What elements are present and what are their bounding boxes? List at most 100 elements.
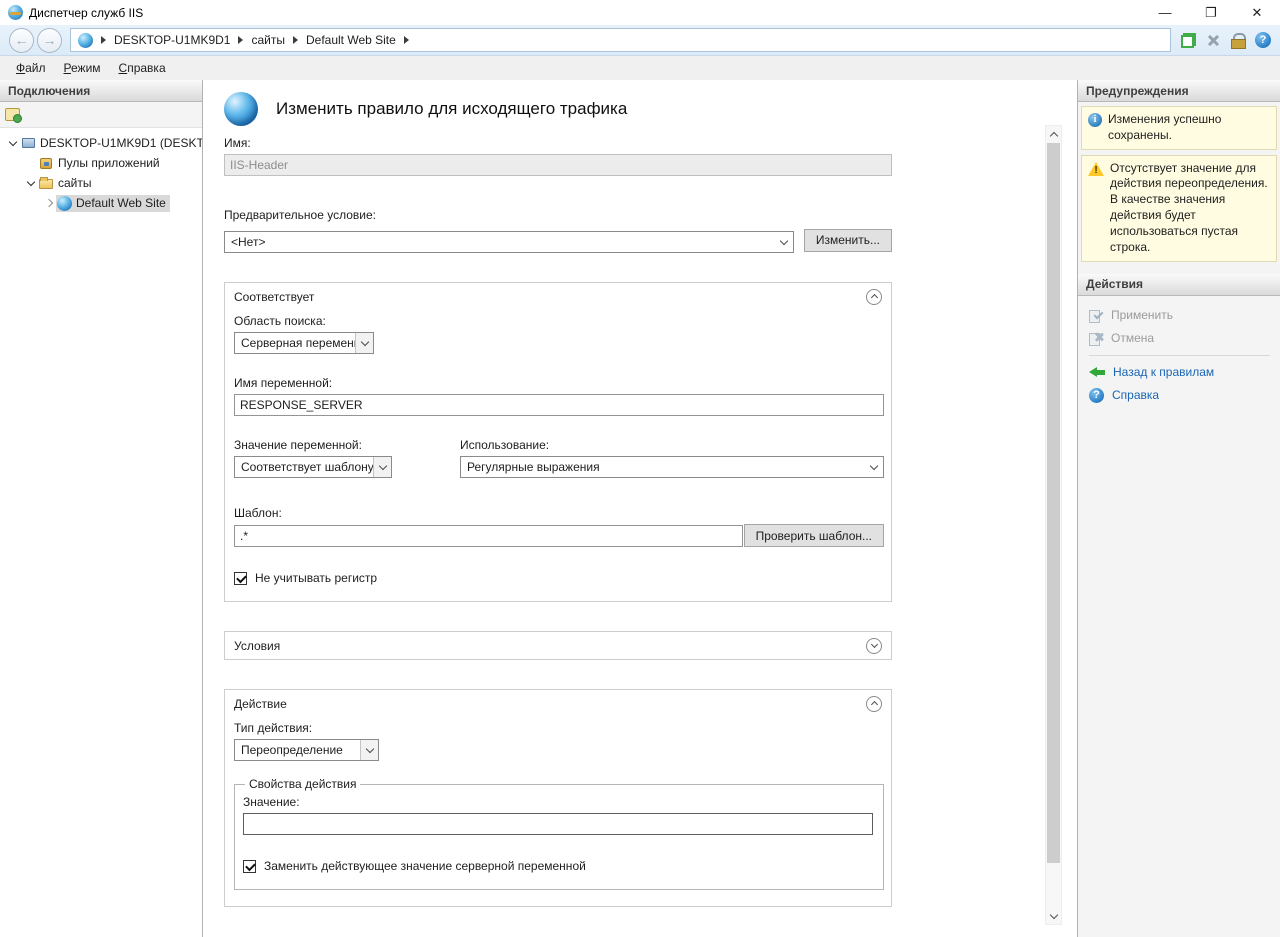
using-select[interactable]: Регулярные выражения <box>460 456 884 478</box>
help-icon <box>1089 388 1104 403</box>
scroll-up-icon[interactable] <box>1046 126 1061 142</box>
name-input[interactable] <box>224 154 892 176</box>
vertical-scrollbar[interactable] <box>1045 125 1062 925</box>
x-icon[interactable] <box>1207 34 1220 47</box>
conditions-section: Условия <box>224 631 892 660</box>
variable-value-label: Значение переменной: <box>234 438 460 452</box>
value-input[interactable] <box>243 813 873 835</box>
alerts-header: Предупреждения <box>1078 80 1280 102</box>
scope-value: Серверная переменн <box>241 333 355 353</box>
scrollbar-thumb[interactable] <box>1047 143 1060 863</box>
padlock-icon[interactable] <box>1231 33 1244 47</box>
ignore-case-checkbox[interactable] <box>234 572 247 585</box>
using-label: Использование: <box>460 438 884 452</box>
match-section-header: Соответствует <box>225 283 891 310</box>
warning-alert: Отсутствует значение для действия переоп… <box>1081 155 1277 262</box>
back-arrow-icon <box>1089 367 1105 378</box>
iis-app-icon <box>8 5 23 20</box>
collapse-up-icon[interactable] <box>866 289 882 305</box>
help-icon[interactable] <box>1255 32 1271 48</box>
connections-panel: Подключения DESKTOP-U1MK9D1 (DESKTOP Пул… <box>0 80 203 937</box>
back-to-rules-label: Назад к правилам <box>1113 365 1214 379</box>
edit-precondition-button[interactable]: Изменить... <box>804 229 892 252</box>
scope-select[interactable]: Серверная переменн <box>234 332 374 354</box>
warning-alert-text: Отсутствует значение для действия переоп… <box>1110 161 1270 256</box>
pattern-input[interactable] <box>234 525 743 547</box>
actions-separator <box>1089 355 1270 356</box>
breadcrumb-item-sites[interactable]: сайты <box>251 33 285 47</box>
page-header: Изменить правило для исходящего трафика <box>224 92 892 126</box>
breadcrumb[interactable]: DESKTOP-U1MK9D1 сайты Default Web Site <box>70 28 1171 52</box>
window-title: Диспетчер служб IIS <box>29 6 1142 20</box>
collapse-up-icon[interactable] <box>866 696 882 712</box>
pattern-label: Шаблон: <box>234 506 884 520</box>
tree-item-default-web-site-label: Default Web Site <box>76 196 166 210</box>
title-bar: Диспетчер служб IIS — ❐ ✕ <box>0 0 1280 25</box>
action-section: Действие Тип действия: Переопределение С… <box>224 689 892 907</box>
action-properties-title: Свойства действия <box>245 777 360 791</box>
close-button[interactable]: ✕ <box>1234 0 1280 25</box>
info-icon <box>1088 113 1102 127</box>
tree-item-sites[interactable]: сайты <box>0 173 202 193</box>
tree-item-app-pools[interactable]: Пулы приложений <box>0 153 202 173</box>
window-restore-icon[interactable] <box>1181 33 1196 48</box>
ignore-case-label: Не учитывать регистр <box>255 571 377 585</box>
scope-label: Область поиска: <box>234 314 884 328</box>
back-button[interactable]: ← <box>9 28 34 53</box>
tree-item-server[interactable]: DESKTOP-U1MK9D1 (DESKTOP <box>0 133 202 153</box>
chevron-right-icon[interactable] <box>42 200 56 206</box>
help-link[interactable]: Справка <box>1089 384 1274 407</box>
collapse-down-icon[interactable] <box>866 638 882 654</box>
breadcrumb-item-server[interactable]: DESKTOP-U1MK9D1 <box>114 33 230 47</box>
tree-item-server-label: DESKTOP-U1MK9D1 (DESKTOP <box>40 136 202 150</box>
apply-label: Применить <box>1111 308 1173 322</box>
server-icon <box>20 138 36 148</box>
menu-file[interactable]: Файл <box>7 58 55 78</box>
connections-tree: DESKTOP-U1MK9D1 (DESKTOP Пулы приложений… <box>0 128 202 937</box>
scroll-down-icon[interactable] <box>1046 908 1061 924</box>
minimize-button[interactable]: — <box>1142 0 1188 25</box>
precondition-value: <Нет> <box>231 232 775 252</box>
create-connection-icon[interactable] <box>5 108 20 121</box>
cancel-icon <box>1089 331 1103 345</box>
chevron-down-icon <box>360 740 378 760</box>
chevron-down-icon <box>775 232 793 252</box>
info-alert: Изменения успешно сохранены. <box>1081 106 1277 150</box>
action-section-header: Действие <box>225 690 891 717</box>
actions-header: Действия <box>1078 274 1280 296</box>
apply-button[interactable]: Применить <box>1089 304 1274 327</box>
site-globe-icon <box>78 33 93 48</box>
variable-value-select[interactable]: Соответствует шаблону <box>234 456 392 478</box>
cancel-button[interactable]: Отмена <box>1089 327 1274 350</box>
help-label: Справка <box>1112 388 1159 402</box>
breadcrumb-item-default-web-site[interactable]: Default Web Site <box>306 33 396 47</box>
tree-selection[interactable]: Default Web Site <box>56 195 170 212</box>
chevron-down-icon[interactable] <box>24 182 38 185</box>
replace-row: Заменить действующее значение серверной … <box>243 859 873 873</box>
action-section-title: Действие <box>234 697 866 711</box>
menu-help[interactable]: Справка <box>110 58 175 78</box>
variable-name-input[interactable] <box>234 394 884 416</box>
page-title: Изменить правило для исходящего трафика <box>276 99 627 119</box>
breadcrumb-arrow-icon <box>404 36 409 44</box>
menu-view[interactable]: Режим <box>55 58 110 78</box>
ignore-case-row: Не учитывать регистр <box>234 571 884 585</box>
precondition-select[interactable]: <Нет> <box>224 231 794 253</box>
variable-name-label: Имя переменной: <box>234 376 884 390</box>
chevron-down-icon <box>373 457 391 477</box>
chevron-down-icon[interactable] <box>6 142 20 145</box>
breadcrumb-arrow-icon <box>101 36 106 44</box>
restore-button[interactable]: ❐ <box>1188 0 1234 25</box>
match-section: Соответствует Область поиска: Серверная … <box>224 282 892 602</box>
warning-icon <box>1088 162 1104 177</box>
replace-checkbox[interactable] <box>243 860 256 873</box>
forward-button[interactable]: → <box>37 28 62 53</box>
main-content: Изменить правило для исходящего трафика … <box>203 80 1077 937</box>
test-pattern-button[interactable]: Проверить шаблон... <box>744 524 884 547</box>
action-type-select[interactable]: Переопределение <box>234 739 379 761</box>
tree-item-default-web-site[interactable]: Default Web Site <box>0 193 202 213</box>
address-bar-tools <box>1181 32 1271 48</box>
back-to-rules-link[interactable]: Назад к правилам <box>1089 361 1274 384</box>
breadcrumb-arrow-icon <box>293 36 298 44</box>
folder-icon <box>38 177 54 189</box>
